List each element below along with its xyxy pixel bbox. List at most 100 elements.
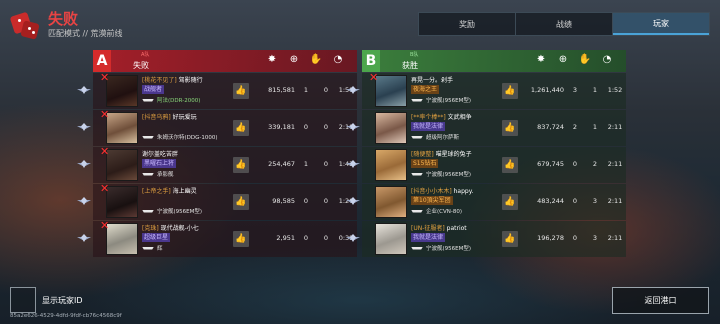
tab-record[interactable]: 战绩 [516,13,613,35]
damage-value: 339,181 [268,123,295,131]
rank-insignia-icon [346,159,360,171]
rank-insignia-icon [346,233,360,245]
player-title: 第10頂尖军团 [411,196,453,205]
like-button[interactable]: 👍 [502,157,518,173]
clan-tag: [桃花不见了] [142,77,177,84]
player-name: [克珠] 现代战舰-小七 [142,223,199,232]
like-button[interactable]: 👍 [233,194,249,210]
tab-rewards[interactable]: 奖励 [419,13,516,35]
player-avatar[interactable] [375,149,407,181]
damage-value: 679,745 [537,160,564,168]
player-avatar[interactable] [106,223,138,255]
ship-label: 宁波舰(956EM型) [426,246,472,252]
survival-time-icon: ◔ [602,54,612,65]
player-title: 我就是法律 [411,233,446,242]
player-row[interactable]: ✕ [抖音乌鸦] 好玩爱玩 朱姆沃尔特(DDG-1000) 👍 339,181 0 0 2:1… [77,108,357,146]
player-row[interactable]: [抖音小小木木] happy. 第10頂尖军团企业(CVN-80) 👍 483,244… [346,184,626,220]
like-button[interactable]: 👍 [233,83,249,99]
player-avatar[interactable] [375,75,407,107]
destroyed-x-icon: ✕ [369,71,379,84]
player-row[interactable]: ✕ [桃花不见了] 驾影随行 战舰者 阿法(DDR-2000) 👍 815,581 1 0 1:… [77,72,357,109]
player-row[interactable]: ✕ [克珠] 现代战舰-小七 超级巨星辉 👍 2,951 0 0 0:39 [77,219,357,257]
player-avatar[interactable] [375,223,407,255]
kills-icon: ⊕ [289,54,299,65]
player-row[interactable]: ✕ 谢尔盖吃苦胖 黑曜石上将 承影舰 👍 254,467 1 0 1:43 [77,146,357,183]
kills-value: 0 [303,234,309,242]
player-row[interactable]: [UN-征服者] patriot 我就是法律 宁波舰(956EM型) 👍 196,278… [346,221,626,257]
ship-name: 企业(CVN-80) [411,207,462,215]
rank-insignia-icon [346,196,360,208]
player-name: [上帝之手] 海上幽灵 [142,186,197,195]
kills-value: 3 [572,86,578,94]
ship-name: 宁波舰(956EM型) [411,96,471,104]
player-nickname: 谢尔盖吃苦胖 [142,151,179,158]
ship-icon [411,135,423,139]
destroyed-x-icon: ✕ [100,219,110,232]
ship-icon [142,209,154,213]
player-avatar[interactable] [106,186,138,218]
ship-label: 宁波舰(956EM型) [157,209,203,215]
team-b-tag: B队 [410,52,419,58]
player-avatar[interactable] [106,75,138,107]
damage-value: 196,278 [537,234,564,242]
ship-label: 企业(CVN-80) [426,209,462,215]
player-avatar[interactable] [375,186,407,218]
like-button[interactable]: 👍 [233,231,249,247]
kills-icon: ⊕ [558,54,568,65]
show-id-checkbox[interactable] [10,287,36,313]
player-row[interactable]: [随便整] 喵星球的兔子 S15钻石 宁波舰(956EM型) 👍 679,745 0 2 2:… [346,147,626,183]
kills-value: 0 [303,197,309,205]
clan-tag: [上帝之手] [142,188,171,195]
player-avatar[interactable] [106,149,138,181]
survival-time-icon: ◔ [333,54,343,65]
damage-icon: ✸ [267,54,277,65]
ship-name: 承影舰 [142,170,174,178]
ship-name: 宁波舰(956EM型) [411,170,471,178]
survival-time-value: 2:11 [607,234,623,242]
damage-value: 2,951 [276,234,295,242]
ship-label: 超级阿尔萨斯 [426,135,460,141]
ship-label: 辉 [157,246,163,252]
like-button[interactable]: 👍 [502,120,518,136]
survival-time-value: 2:11 [607,160,623,168]
ship-label: 宁波舰(956EM型) [426,98,472,104]
destroyed-x-icon: ✕ [100,108,110,121]
damage-value: 254,467 [268,160,295,168]
assists-value: 0 [323,197,329,205]
ship-name: 阿法(DDR-2000) [142,96,200,104]
like-button[interactable]: 👍 [502,83,518,99]
show-player-id-toggle[interactable]: 显示玩家ID [10,287,83,313]
damage-value: 483,244 [537,197,564,205]
session-id: 85a2e626-4529-4dfd-9fdf-cb76c4568c9f [10,313,122,319]
player-avatar[interactable] [106,112,138,144]
player-name: [桃花不见了] 驾影随行 [142,75,203,84]
player-name: [随便整] 喵星球的兔子 [411,149,472,158]
tab-bar: 奖励 战绩 玩家 [418,12,710,36]
player-name: [抖音小小木木] happy. [411,186,473,195]
player-row[interactable]: ✕ [上帝之手] 海上幽灵 宁波舰(956EM型) 👍 98,585 0 0 1:26 [77,183,357,220]
match-mode: 匹配模式 // 荒漠前线 [48,29,123,38]
tab-players[interactable]: 玩家 [613,13,709,35]
rank-insignia-icon [77,122,91,134]
like-button[interactable]: 👍 [502,194,518,210]
like-button[interactable]: 👍 [233,120,249,136]
player-name: [抖音乌鸦] 好玩爱玩 [142,112,197,121]
team-a-panel: A A队 失败 ✸ ⊕ ✋ ◔ ✕ [桃花不见了] 驾影随行 战舰者 阿法(DDR-2… [77,50,357,257]
show-id-label: 显示玩家ID [42,295,83,305]
player-row[interactable]: [**率个棒**] 文武相争 我就是法律 超级阿尔萨斯 👍 837,724 2 1 2:11 [346,110,626,146]
return-to-port-button[interactable]: 返回港口 [612,287,709,314]
clan-tag: [克珠] [142,225,159,232]
ship-name: 宁波舰(956EM型) [142,207,202,215]
kills-value: 2 [572,123,578,131]
player-nickname: 海上幽灵 [172,188,197,195]
assists-value: 1 [592,123,598,131]
like-button[interactable]: 👍 [502,231,518,247]
damage-value: 98,585 [272,197,295,205]
ship-icon [142,246,154,250]
player-row[interactable]: ✕ 再晃一分。剁手 夜海之王 宁波舰(956EM型) 👍 1,261,440 3 1 1:52 [346,71,626,109]
dice-icon [9,10,40,40]
like-button[interactable]: 👍 [233,157,249,173]
ship-icon [411,98,423,102]
player-nickname: 喵星球的兔子 [435,151,472,158]
player-avatar[interactable] [375,112,407,144]
